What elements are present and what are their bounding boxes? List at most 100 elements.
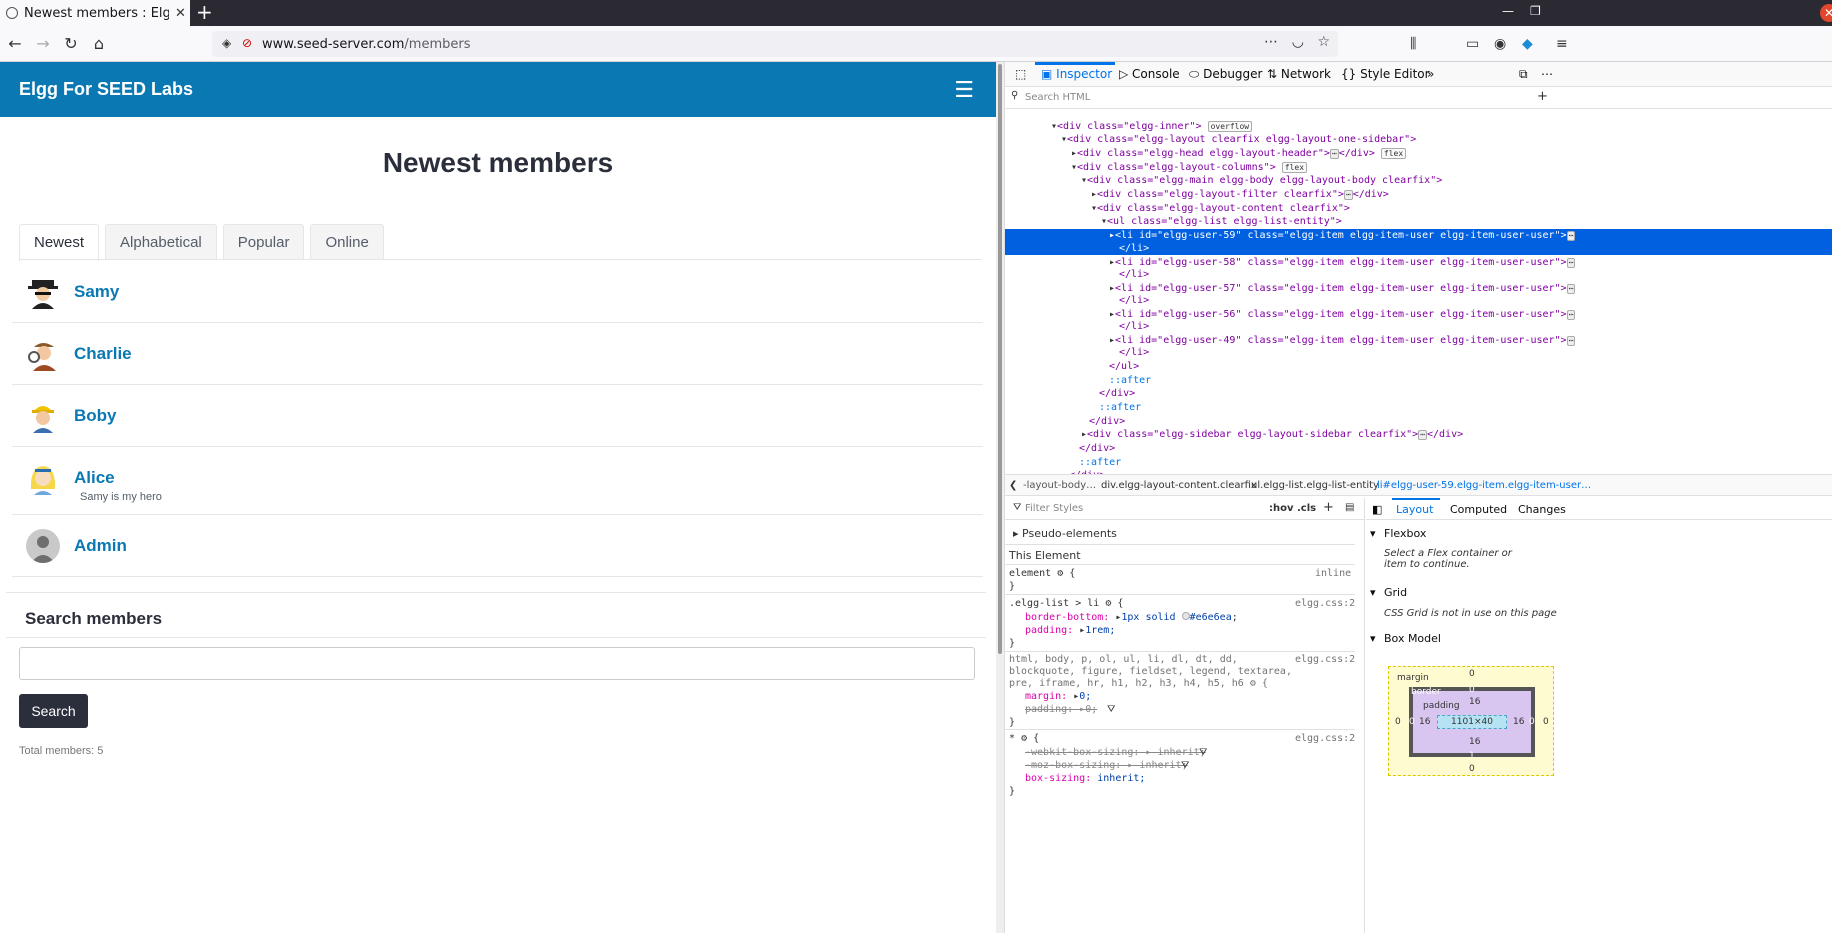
site-info-icon[interactable]: ◈ — [222, 36, 231, 50]
member-name[interactable]: Boby — [74, 406, 117, 426]
member-name[interactable]: Admin — [74, 536, 127, 556]
tree-node[interactable]: </li> — [1005, 320, 1832, 333]
breadcrumb-item-current[interactable]: li#elgg-user-59.elgg-item.elgg-item-user… — [1377, 480, 1591, 491]
tab-changes[interactable]: Changes — [1518, 503, 1566, 516]
breadcrumb-back-icon[interactable]: ❮ — [1009, 480, 1017, 491]
collapse-arrow-icon[interactable]: ▾ — [1370, 527, 1376, 540]
toggle-pane-icon[interactable]: ◧ — [1372, 503, 1382, 516]
tree-node[interactable]: ▸<div class="elgg-layout-filter clearfix… — [1005, 188, 1832, 201]
tree-node[interactable]: ▾<div class="elgg-layout-content clearfi… — [1005, 202, 1832, 215]
tree-node[interactable]: </li> — [1005, 346, 1832, 359]
tree-node-selected[interactable]: ▸<li id="elgg-user-59" class="elgg-item … — [1005, 229, 1832, 242]
tab-debugger[interactable]: ⬭ Debugger — [1189, 67, 1262, 82]
url-bar[interactable]: ◈ ⊘ www.seed-server.com/members ⋯ ◡ ☆ — [212, 31, 1338, 57]
rule-source[interactable]: inline — [1315, 567, 1351, 580]
box-model-heading[interactable]: Box Model — [1384, 632, 1441, 645]
insecure-icon[interactable]: ⊘ — [242, 36, 252, 50]
tree-node[interactable]: ::after — [1005, 456, 1832, 469]
rule-declaration-overridden[interactable]: -webkit-box-sizing: ▸ inherit; — [1025, 746, 1206, 759]
hov-toggle[interactable]: :hov — [1269, 503, 1294, 514]
tree-node[interactable]: </div> — [1005, 415, 1832, 428]
rule-declaration[interactable]: padding: ▸1rem; — [1025, 624, 1115, 637]
devtools-menu-icon[interactable]: ⋯ — [1541, 67, 1553, 81]
hamburger-menu-icon[interactable]: ☰ — [954, 77, 974, 103]
tree-node[interactable]: </div> — [1005, 442, 1832, 455]
padding-bottom-value[interactable]: 16 — [1469, 737, 1480, 747]
tab-computed[interactable]: Computed — [1450, 503, 1507, 516]
add-node-icon[interactable]: + — [1537, 89, 1548, 104]
member-name[interactable]: Alice — [74, 468, 115, 488]
more-tabs-icon[interactable]: » — [1427, 67, 1434, 81]
border-left-value[interactable]: 0 — [1409, 717, 1415, 727]
window-close-icon[interactable]: ✕ — [1820, 4, 1832, 22]
tab-online[interactable]: Online — [310, 224, 384, 260]
tab-newest[interactable]: Newest — [19, 224, 100, 261]
filter-icon[interactable]: ⛛ — [1107, 703, 1115, 716]
member-name[interactable]: Charlie — [74, 344, 132, 364]
print-icon[interactable]: ▤ — [1345, 502, 1354, 513]
gear-icon[interactable]: ⚙ — [1105, 598, 1111, 609]
reload-icon[interactable]: ↻ — [59, 32, 83, 56]
rule-source[interactable]: elgg.css:2 — [1295, 732, 1355, 745]
new-tab-icon[interactable]: + — [196, 2, 213, 22]
back-icon[interactable]: ← — [3, 32, 27, 56]
library-icon[interactable]: ⫼ — [1410, 36, 1416, 52]
tab-alphabetical[interactable]: Alphabetical — [105, 224, 217, 260]
rule-declaration[interactable]: margin: ▸0; — [1025, 690, 1091, 703]
border-top-value[interactable]: 0 — [1469, 685, 1475, 695]
search-input[interactable] — [19, 647, 975, 680]
margin-left-value[interactable]: 0 — [1395, 717, 1401, 727]
tree-node[interactable]: </li> — [1005, 294, 1832, 307]
minimize-icon[interactable]: — — [1502, 4, 1514, 18]
tab-console[interactable]: ▷ Console — [1119, 67, 1180, 81]
tab-layout[interactable]: Layout — [1396, 503, 1433, 516]
tree-node[interactable]: ▾<ul class="elgg-list elgg-list-entity"> — [1005, 215, 1832, 228]
tree-node[interactable]: ▸<div class="elgg-sidebar elgg-layout-si… — [1005, 428, 1832, 441]
tree-node[interactable]: ▾<div class="elgg-layout clearfix elgg-l… — [1005, 133, 1832, 146]
tree-node[interactable]: ::after — [1005, 374, 1832, 387]
extension-icon[interactable]: ◆ — [1522, 36, 1533, 52]
page-scrollbar[interactable] — [996, 62, 1004, 933]
tree-node[interactable]: ▾<div class="elgg-layout-columns"> flex — [1005, 161, 1832, 174]
default-avatar-icon[interactable] — [26, 529, 60, 563]
breadcrumb-item[interactable]: ul.elgg-list.elgg-list-entity — [1251, 480, 1379, 491]
builder-avatar-icon[interactable] — [26, 399, 60, 433]
tree-node[interactable]: ::after — [1005, 401, 1832, 414]
spy-avatar-icon[interactable] — [26, 275, 60, 309]
pocket-icon[interactable]: ◡ — [1292, 34, 1304, 50]
margin-right-value[interactable]: 0 — [1543, 717, 1549, 727]
gear-icon[interactable]: ⚙ — [1057, 568, 1063, 579]
scrollbar-thumb[interactable] — [998, 64, 1002, 654]
padding-top-value[interactable]: 16 — [1469, 697, 1480, 707]
grid-heading[interactable]: Grid — [1384, 586, 1407, 599]
pseudo-elements-toggle[interactable]: ▸ Pseudo-elements — [1013, 527, 1117, 540]
restore-icon[interactable]: ❐ — [1530, 4, 1541, 18]
alice-avatar-icon[interactable] — [26, 461, 60, 495]
tree-node[interactable]: </div> — [1005, 387, 1832, 400]
filter-icon[interactable]: ⛛ — [1181, 759, 1189, 772]
cls-toggle[interactable]: .cls — [1297, 503, 1316, 514]
rule-declaration[interactable]: border-bottom: ▸1px solid #e6e6ea; — [1025, 611, 1238, 624]
color-swatch[interactable] — [1181, 612, 1190, 620]
bookmark-star-icon[interactable]: ☆ — [1317, 34, 1330, 50]
padding-left-value[interactable]: 16 — [1419, 717, 1430, 727]
rule-declaration-overridden[interactable]: padding: ▸0; — [1025, 703, 1097, 716]
tree-node-selected[interactable]: </li> — [1005, 242, 1832, 255]
tree-node[interactable]: ▾<div class="elgg-main elgg-body elgg-la… — [1005, 174, 1832, 187]
flexbox-heading[interactable]: Flexbox — [1384, 527, 1426, 540]
border-bottom-value[interactable]: 1 — [1469, 751, 1475, 761]
gear-icon[interactable]: ⚙ — [1250, 678, 1256, 689]
menu-icon[interactable]: ≡ — [1556, 36, 1568, 52]
collapse-arrow-icon[interactable]: ▾ — [1370, 632, 1376, 645]
close-tab-icon[interactable]: ✕ — [175, 6, 186, 21]
filter-styles-input[interactable]: Filter Styles — [1025, 503, 1083, 514]
forward-icon[interactable]: → — [31, 32, 55, 56]
dock-icon[interactable]: ⧉ — [1519, 67, 1528, 82]
rule-declaration[interactable]: box-sizing: inherit; — [1025, 772, 1145, 785]
padding-right-value[interactable]: 16 — [1513, 717, 1524, 727]
sidebar-icon[interactable]: ▭ — [1466, 36, 1479, 52]
html-search[interactable]: ⚲ Search HTML + — [1005, 87, 1832, 109]
content-box[interactable]: 1101×40 — [1437, 715, 1507, 729]
tree-node[interactable]: </li> — [1005, 268, 1832, 281]
tree-node[interactable]: ▾<div class="elgg-inner"> overflow — [1005, 120, 1832, 133]
